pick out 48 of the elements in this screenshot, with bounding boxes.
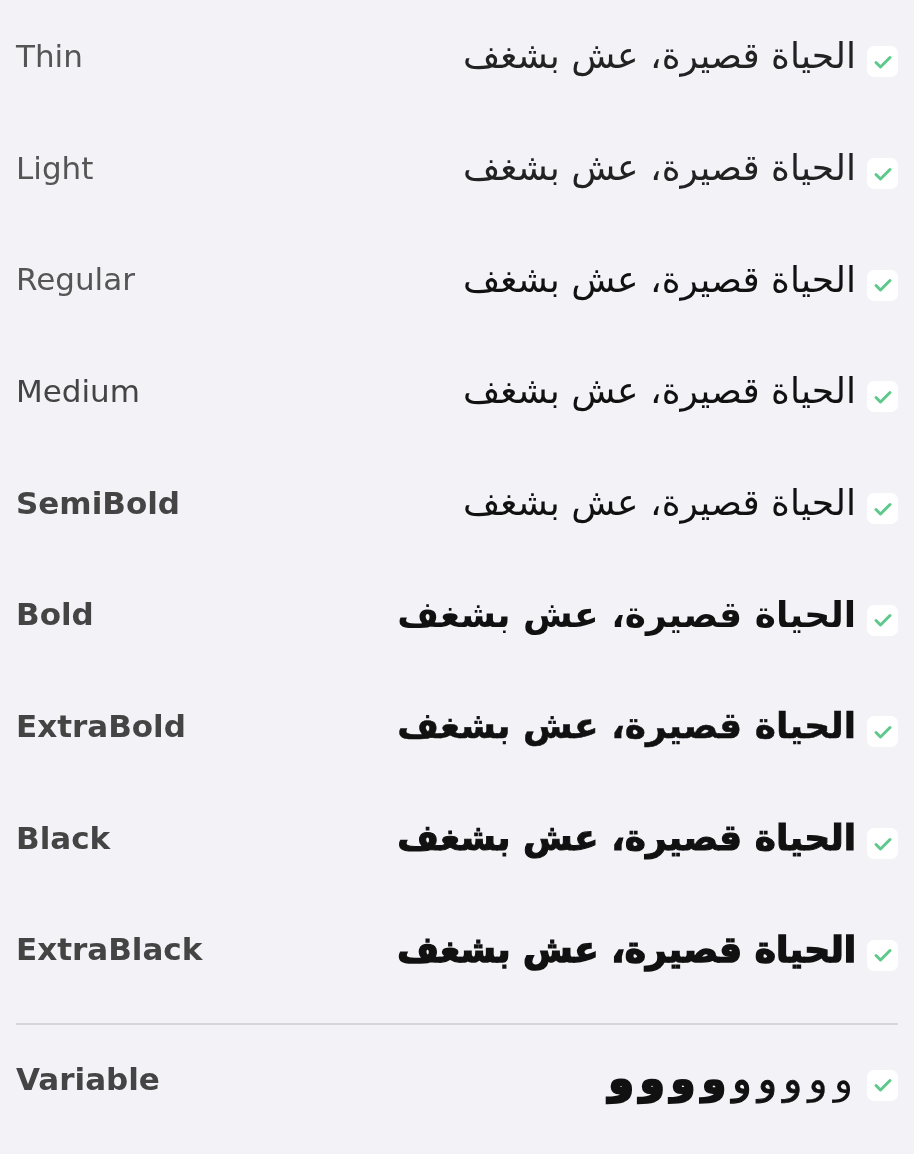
check-icon [872,947,893,964]
weight-label: Variable [16,1061,160,1098]
weight-label: Medium [16,372,140,409]
sample-text: الحياة قصيرة، عش بشغف [397,928,856,970]
weight-label: Regular [16,261,135,298]
glyph-sample: و [701,1056,727,1103]
check-icon [872,277,893,294]
weight-label: ExtraBold [16,707,186,744]
checkbox[interactable] [867,381,898,413]
sample-text: الحياة قصيرة، عش بشغف [463,35,856,77]
glyph-sample: و [757,1056,777,1103]
weight-label: Bold [16,596,94,633]
weight-label: SemiBold [16,484,181,521]
sample-text: الحياة قصيرة، عش بشغف [463,147,856,189]
sample-text: الحياة قصيرة، عش بشغف [463,370,856,412]
glyph-sample: و [732,1056,752,1103]
checkbox[interactable] [867,493,898,525]
checkbox[interactable] [867,604,898,636]
check-icon [872,388,893,405]
checkbox[interactable] [867,46,898,78]
checkbox[interactable] [867,269,898,301]
weight-label: ExtraBlack [16,931,203,968]
glyph-sample: و [783,1056,803,1103]
weight-label: Thin [16,37,83,74]
weight-label: Black [16,819,111,856]
glyph-sample: و [833,1056,853,1103]
glyph-sample: و [608,1056,634,1103]
glyph-sample: و [670,1056,696,1103]
checkbox[interactable] [867,1069,898,1101]
weight-label: Light [16,149,94,186]
check-icon [872,835,893,852]
sample-text: الحياة قصيرة، عش بشغف [463,482,856,524]
check-icon [872,612,893,629]
sample-text: الحياة قصيرة، عش بشغف [397,705,856,747]
sample-text: الحياة قصيرة، عش بشغف [397,817,856,859]
check-icon [872,723,893,740]
check-icon [872,165,893,182]
check-icon [872,53,893,70]
checkbox[interactable] [867,939,898,971]
checkbox[interactable] [867,716,898,748]
checkbox[interactable] [867,828,898,860]
check-icon [872,1077,893,1094]
checkbox[interactable] [867,158,898,190]
glyph-sample: و [639,1056,665,1103]
check-icon [872,500,893,517]
sample-text: الحياة قصيرة، عش بشغف [397,593,856,635]
sample-text: الحياة قصيرة، عش بشغف [463,258,856,300]
glyph-sample: و [808,1056,828,1103]
